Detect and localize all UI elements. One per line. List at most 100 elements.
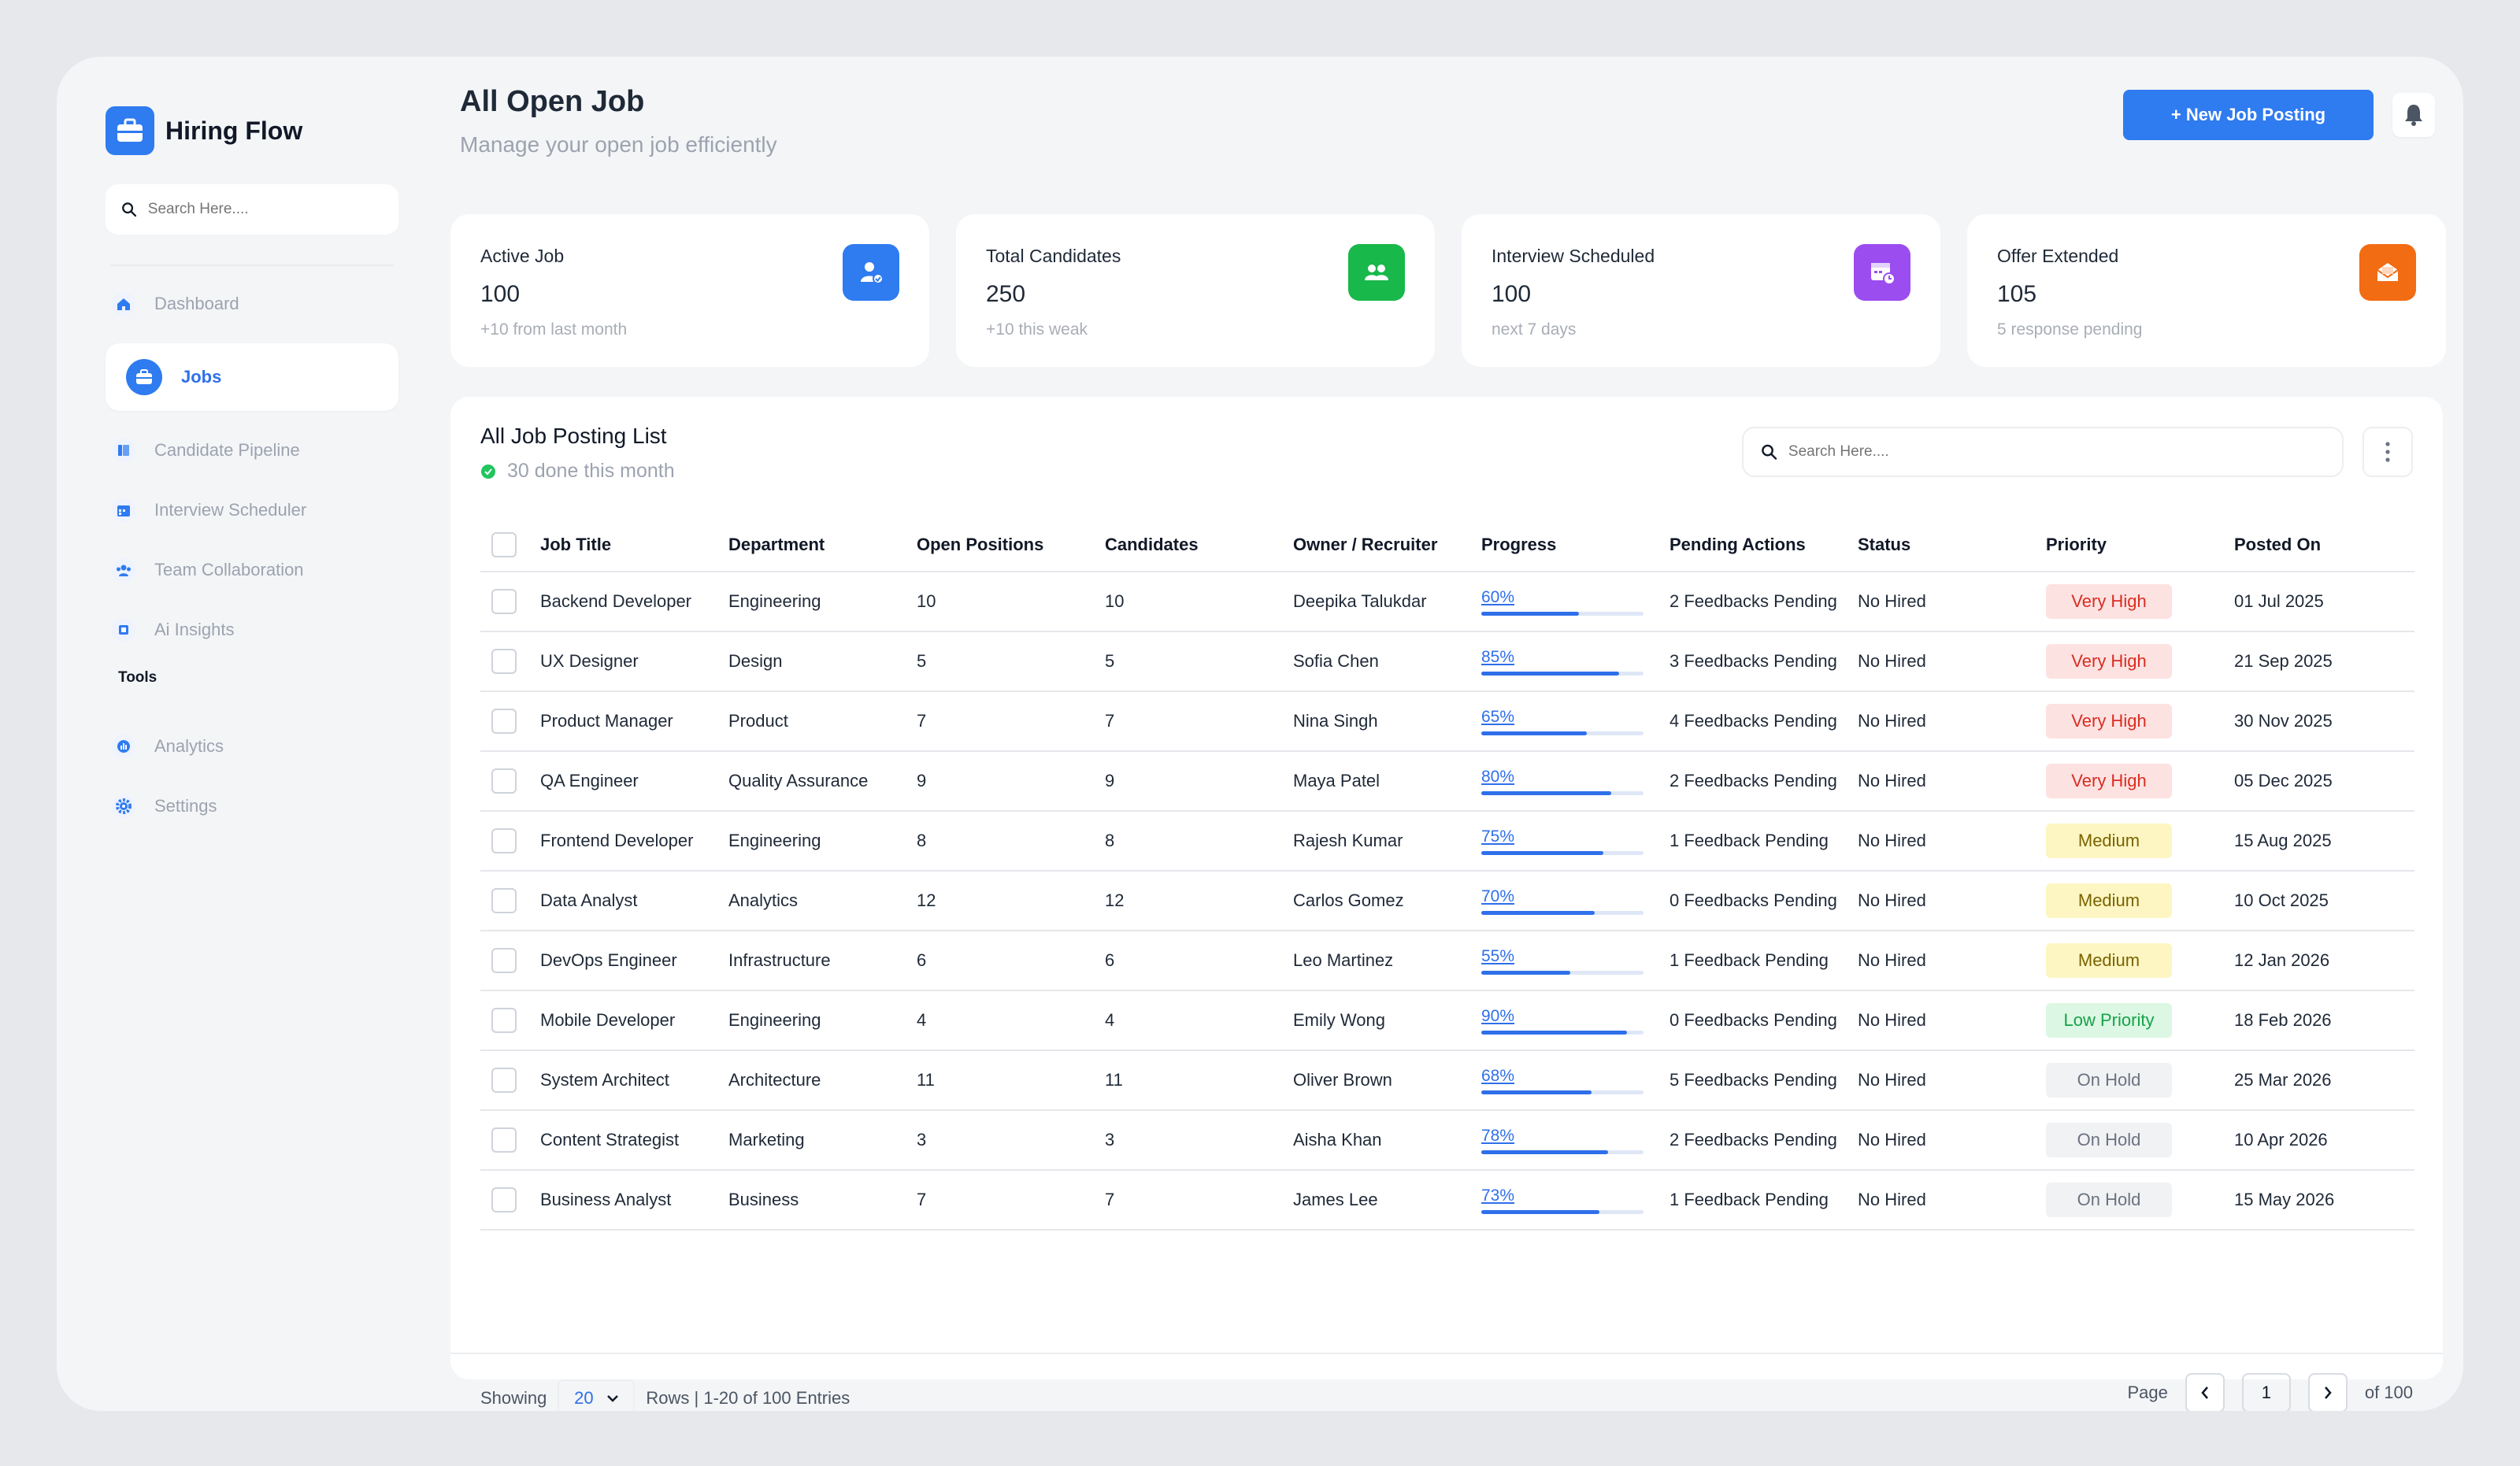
next-page-button[interactable] — [2307, 1373, 2348, 1411]
column-header[interactable]: Candidates — [1105, 518, 1293, 572]
cell-title[interactable]: Content Strategist — [540, 1110, 728, 1171]
sidebar-item-ai-insights[interactable]: Ai Insights — [106, 609, 398, 650]
row-checkbox[interactable] — [491, 1127, 517, 1153]
table-row[interactable]: Backend Developer Engineering 10 10 Deepika … — [480, 572, 2414, 632]
row-checkbox[interactable] — [491, 649, 517, 674]
sidebar-item-analytics[interactable]: Analytics — [106, 726, 398, 767]
progress-bar — [1481, 1090, 1644, 1094]
table-search-input[interactable] — [1788, 443, 2325, 461]
prev-page-button[interactable] — [2185, 1373, 2225, 1411]
progress-bar-fill — [1481, 731, 1587, 735]
more-options-button[interactable] — [2362, 427, 2413, 477]
column-header[interactable]: Status — [1858, 518, 2046, 572]
row-checkbox[interactable] — [491, 1008, 517, 1033]
progress-value[interactable]: 55% — [1481, 947, 1670, 966]
progress-bar-fill — [1481, 970, 1571, 975]
column-header[interactable]: Owner / Recruiter — [1293, 518, 1481, 572]
progress-value[interactable]: 78% — [1481, 1127, 1670, 1146]
table-search[interactable] — [1742, 427, 2344, 477]
progress-value[interactable]: 70% — [1481, 887, 1670, 906]
cell-candidates: 3 — [1105, 1110, 1293, 1171]
stat-card-total-candidates[interactable]: Total Candidates 250 +10 this weak — [956, 214, 1435, 367]
column-header[interactable]: Priority — [2046, 518, 2234, 572]
progress-value[interactable]: 90% — [1481, 1007, 1670, 1026]
sidebar-item-dashboard[interactable]: Dashboard — [106, 283, 398, 324]
row-checkbox[interactable] — [491, 1187, 517, 1212]
table-row[interactable]: Business Analyst Business 7 7 James Lee 73% 1 … — [480, 1170, 2414, 1231]
column-header[interactable]: Job Title — [540, 518, 728, 572]
cell-title[interactable]: Frontend Developer — [540, 811, 728, 872]
row-checkbox[interactable] — [491, 768, 517, 794]
stat-card-interview-scheduled[interactable]: Interview Scheduled 100 next 7 days — [1462, 214, 1940, 367]
progress-value[interactable]: 60% — [1481, 588, 1670, 607]
cell-title[interactable]: Product Manager — [540, 691, 728, 752]
table-row[interactable]: DevOps Engineer Infrastructure 6 6 Leo Marti… — [480, 931, 2414, 991]
new-job-posting-button[interactable]: + New Job Posting — [2123, 90, 2374, 140]
column-header[interactable]: Pending Actions — [1670, 518, 1858, 572]
sidebar-item-jobs[interactable]: Jobs — [106, 343, 398, 411]
row-checkbox[interactable] — [491, 1068, 517, 1093]
select-all-checkbox[interactable] — [491, 531, 517, 557]
cell-pending: 1 Feedback Pending — [1670, 1170, 1858, 1231]
row-checkbox[interactable] — [491, 888, 517, 913]
sidebar-item-team-collaboration[interactable]: Team Collaboration — [106, 550, 398, 590]
notifications-button[interactable] — [2392, 93, 2435, 137]
table-row[interactable]: Mobile Developer Engineering 4 4 Emily Wong 9… — [480, 990, 2414, 1051]
cell-pending: 5 Feedbacks Pending — [1670, 1050, 1858, 1111]
page-number-input[interactable]: 1 — [2241, 1373, 2291, 1411]
progress-value[interactable]: 65% — [1481, 708, 1670, 727]
progress-value[interactable]: 80% — [1481, 768, 1670, 787]
cell-candidates: 5 — [1105, 631, 1293, 692]
cell-posted-on: 10 Oct 2025 — [2234, 871, 2414, 931]
column-header[interactable]: Posted On — [2234, 518, 2414, 572]
sidebar-item-interview-scheduler[interactable]: Interview Scheduler — [106, 490, 398, 531]
cell-owner: Leo Martinez — [1293, 931, 1481, 991]
sidebar-search-input[interactable] — [147, 201, 383, 218]
row-checkbox[interactable] — [491, 589, 517, 614]
table-row[interactable]: UX Designer Design 5 5 Sofia Chen 85% 3 Feedba… — [480, 631, 2414, 692]
cell-status: No Hired — [1858, 990, 2046, 1051]
column-header[interactable]: Progress — [1481, 518, 1670, 572]
row-checkbox[interactable] — [491, 828, 517, 853]
brand[interactable]: Hiring Flow — [106, 106, 398, 156]
table-row[interactable]: Data Analyst Analytics 12 12 Carlos Gomez 70%… — [480, 871, 2414, 931]
progress-value[interactable]: 75% — [1481, 827, 1670, 846]
column-header[interactable]: Open Positions — [917, 518, 1105, 572]
cell-title[interactable]: Data Analyst — [540, 871, 728, 931]
stat-card-offer-extended[interactable]: Offer Extended 105 5 response pending — [1967, 214, 2446, 367]
rows-per-page-select[interactable]: 20 — [558, 1379, 636, 1411]
sidebar-search[interactable] — [106, 184, 398, 235]
entries-text: Rows | 1-20 of 100 Entries — [646, 1388, 850, 1408]
row-select-cell — [480, 990, 540, 1051]
sidebar-item-settings[interactable]: Settings — [106, 786, 398, 827]
cell-owner: Maya Patel — [1293, 751, 1481, 812]
cell-title[interactable]: System Architect — [540, 1050, 728, 1111]
table-row[interactable]: Product Manager Product 7 7 Nina Singh 65% 4 F… — [480, 691, 2414, 752]
row-checkbox[interactable] — [491, 709, 517, 734]
cell-title[interactable]: QA Engineer — [540, 751, 728, 812]
cell-title[interactable]: DevOps Engineer — [540, 931, 728, 991]
priority-badge: Medium — [2046, 824, 2172, 858]
cell-title[interactable]: UX Designer — [540, 631, 728, 692]
row-select-cell — [480, 751, 540, 812]
cell-title[interactable]: Business Analyst — [540, 1170, 728, 1231]
cell-priority: On Hold — [2046, 1050, 2234, 1111]
cell-progress: 80% — [1481, 751, 1670, 812]
sidebar-item-candidate-pipeline[interactable]: Candidate Pipeline — [106, 430, 398, 471]
progress-value[interactable]: 68% — [1481, 1067, 1670, 1086]
cell-candidates: 12 — [1105, 871, 1293, 931]
cell-title[interactable]: Mobile Developer — [540, 990, 728, 1051]
table-row[interactable]: Frontend Developer Engineering 8 8 Rajesh Ku… — [480, 811, 2414, 872]
table-row[interactable]: QA Engineer Quality Assurance 9 9 Maya Patel… — [480, 751, 2414, 812]
app-window: Hiring Flow Dashboard Jobs Candidate Pip… — [57, 57, 2463, 1411]
row-checkbox[interactable] — [491, 948, 517, 973]
progress-value[interactable]: 73% — [1481, 1186, 1670, 1205]
progress-bar-fill — [1481, 850, 1603, 855]
stat-card-active-job[interactable]: Active Job 100 +10 from last month — [450, 214, 929, 367]
cell-title[interactable]: Backend Developer — [540, 572, 728, 632]
table-row[interactable]: Content Strategist Marketing 3 3 Aisha Khan 7… — [480, 1110, 2414, 1171]
select-all-cell — [480, 518, 540, 572]
column-header[interactable]: Department — [728, 518, 917, 572]
progress-value[interactable]: 85% — [1481, 648, 1670, 667]
table-row[interactable]: System Architect Architecture 11 11 Oliver B… — [480, 1050, 2414, 1111]
